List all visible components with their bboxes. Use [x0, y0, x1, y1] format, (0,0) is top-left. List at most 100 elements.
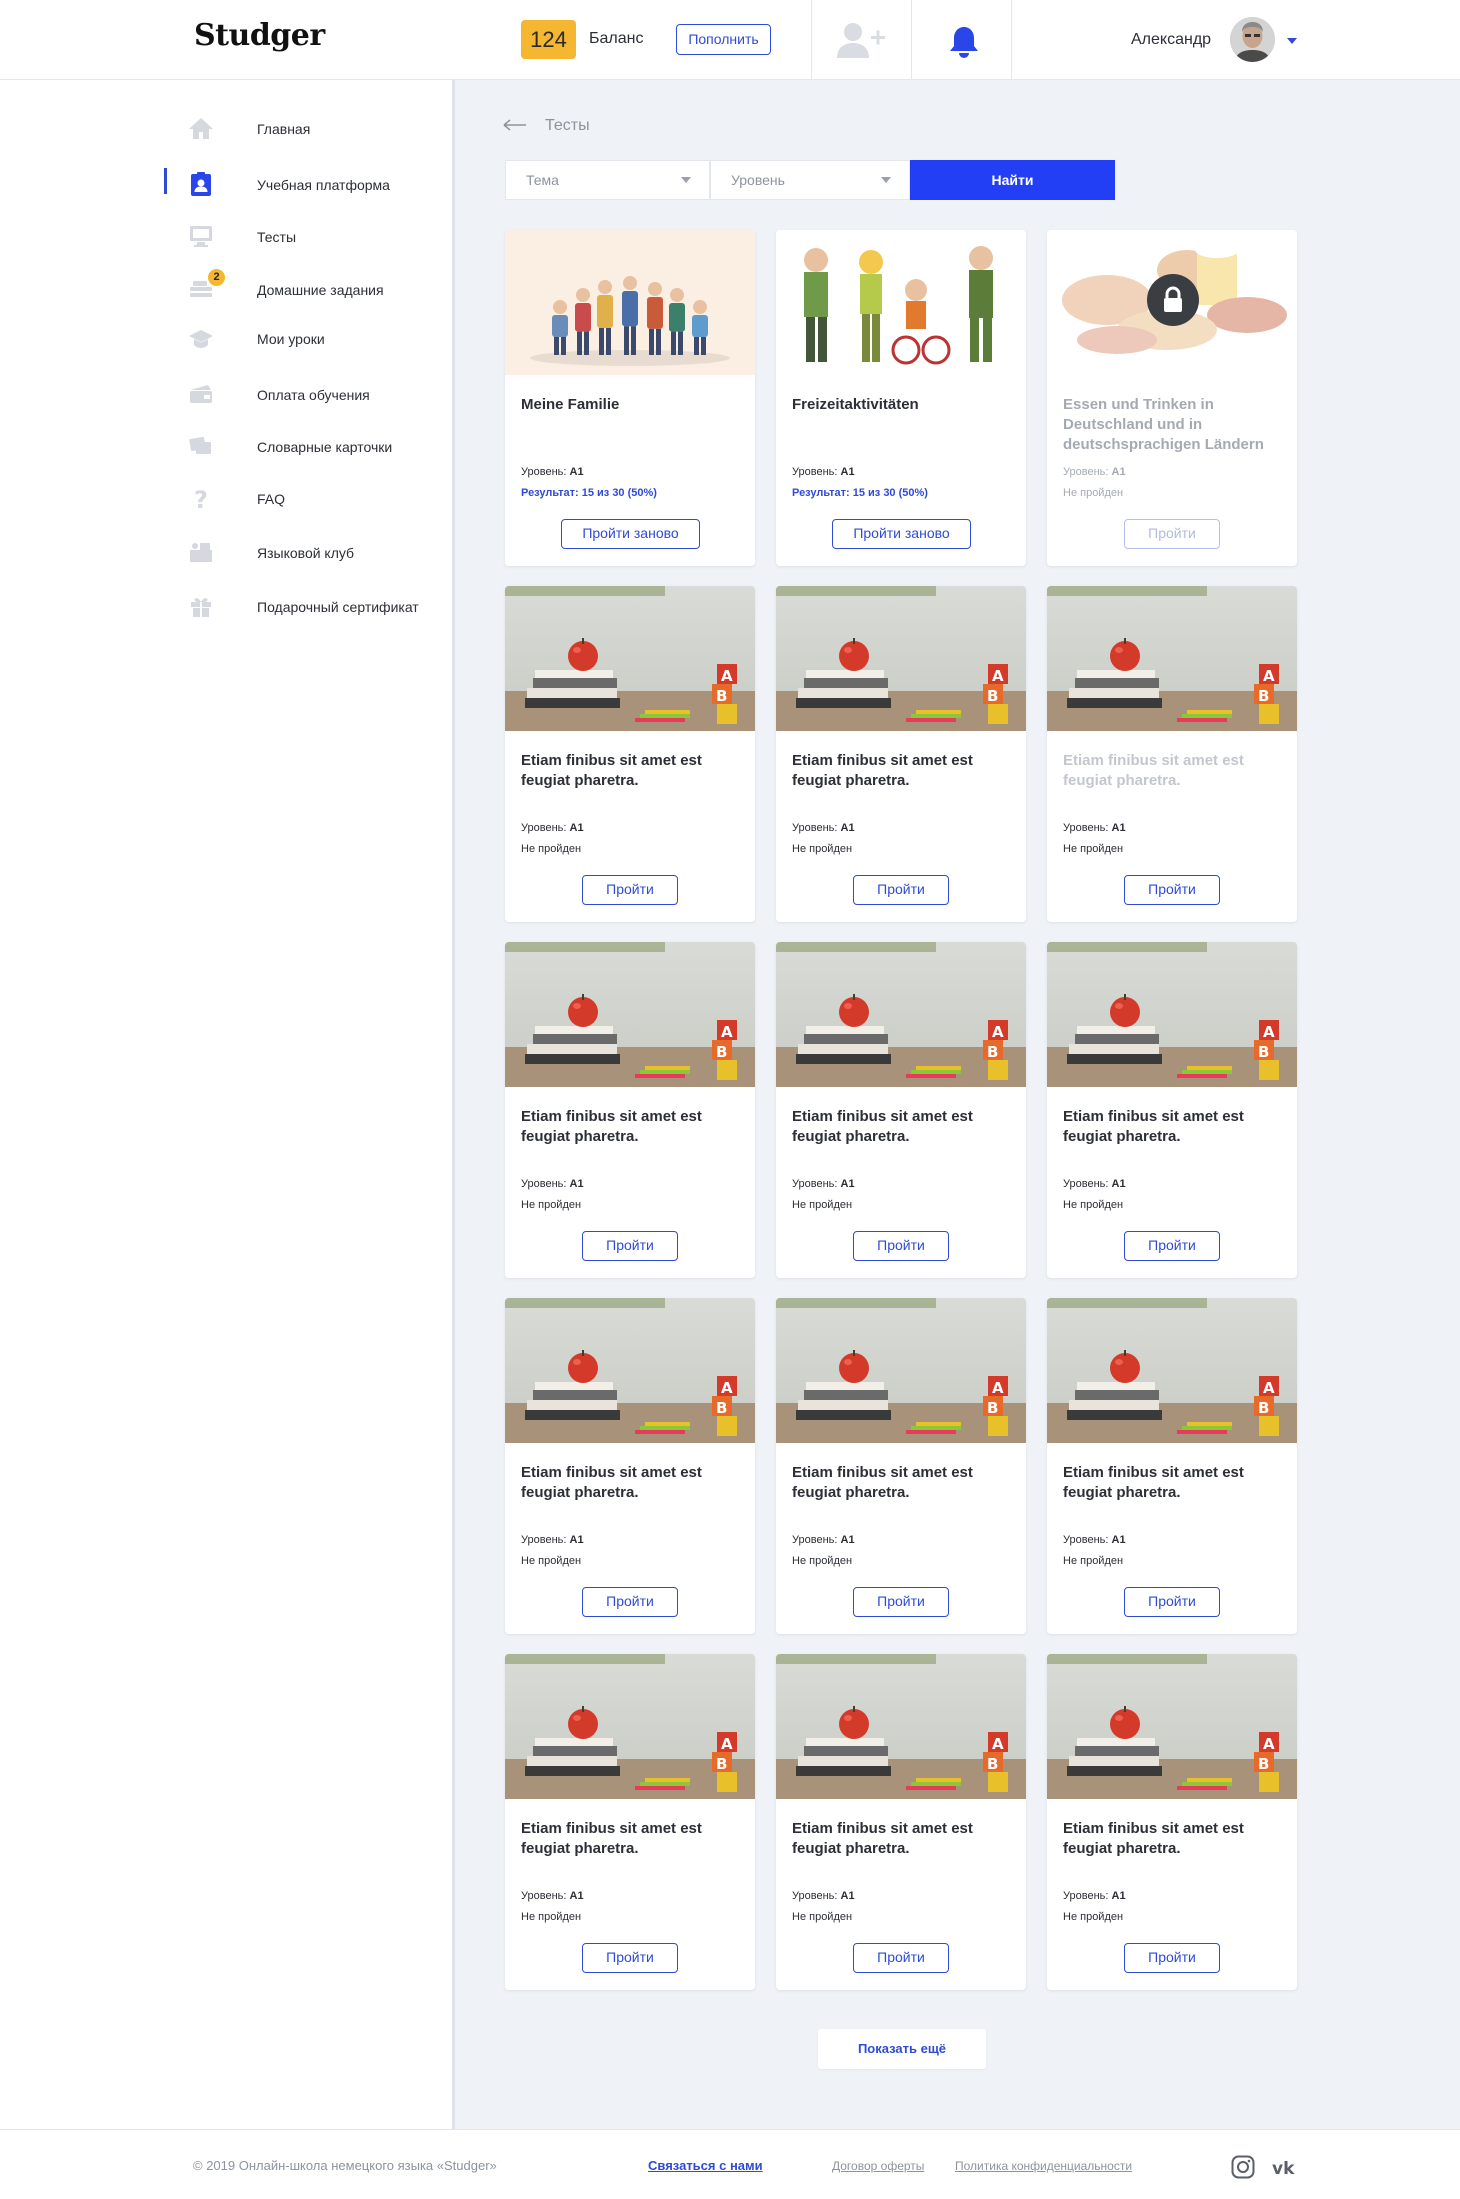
- retake-test-button[interactable]: Пройти заново: [561, 519, 700, 549]
- back-arrow-icon[interactable]: [502, 114, 528, 136]
- level-value: A1: [840, 822, 855, 834]
- sidebar-item-gift-certificate[interactable]: Подарочный сертификат: [0, 586, 450, 626]
- active-indicator: [164, 168, 167, 194]
- privacy-link[interactable]: Политика конфиденциальности: [955, 2159, 1132, 2173]
- sidebar-item-my-lessons[interactable]: Мои уроки: [0, 318, 450, 358]
- level-value: A1: [569, 1534, 584, 1546]
- level-prefix: Уровень:: [1063, 1534, 1112, 1546]
- svg-text:B: B: [1258, 687, 1269, 705]
- svg-text:?: ?: [194, 486, 208, 510]
- test-card-level: Уровень: A1: [521, 1890, 584, 1902]
- test-card-image: A B: [776, 1654, 1026, 1799]
- payment-icon: [188, 382, 214, 406]
- test-card-level: Уровень: A1: [521, 822, 584, 834]
- test-card-level: Уровень: A1: [521, 1534, 584, 1546]
- svg-text:B: B: [987, 1399, 998, 1417]
- level-value: A1: [569, 1890, 584, 1902]
- start-test-button[interactable]: Пройти: [853, 875, 949, 905]
- vk-icon[interactable]: vk: [1272, 2157, 1300, 2179]
- start-test-button[interactable]: Пройти: [1124, 1231, 1220, 1261]
- start-test-button[interactable]: Пройти: [582, 1231, 678, 1261]
- level-prefix: Уровень:: [792, 1534, 841, 1546]
- offer-link[interactable]: Договор оферты: [832, 2159, 924, 2173]
- sidebar-item-faq[interactable]: ? FAQ: [0, 478, 450, 518]
- test-card-title: Etiam finibus sit amet est feugiat phare…: [521, 1820, 702, 1857]
- footer: © 2019 Онлайн-школа немецкого языка «Stu…: [0, 2129, 1460, 2199]
- test-card-status: Не пройден: [521, 1199, 582, 1211]
- test-card-status: Не пройден: [521, 1911, 582, 1923]
- test-card-level: Уровень: A1: [1063, 466, 1126, 478]
- start-test-button[interactable]: Пройти: [582, 875, 678, 905]
- level-value: A1: [1111, 1890, 1126, 1902]
- header-divider: [911, 0, 912, 80]
- sidebar-item-home[interactable]: Главная: [0, 108, 450, 148]
- test-card-image: [505, 230, 755, 375]
- level-value: A1: [1111, 1534, 1126, 1546]
- test-card: A B Etiam finibus sit amet est feugiat p…: [505, 1298, 755, 1634]
- header-divider: [1011, 0, 1012, 80]
- topic-select-placeholder: Тема: [526, 172, 559, 188]
- level-prefix: Уровень:: [1063, 822, 1112, 834]
- chevron-down-icon[interactable]: [1287, 38, 1297, 44]
- page-title: Тесты: [545, 117, 590, 134]
- retake-test-button[interactable]: Пройти заново: [832, 519, 971, 549]
- sidebar-item-tests[interactable]: Тесты: [0, 216, 450, 256]
- test-card-status: Не пройден: [1063, 487, 1124, 499]
- start-test-button[interactable]: Пройти: [853, 1587, 949, 1617]
- test-card-status: Не пройден: [1063, 1911, 1124, 1923]
- bell-icon[interactable]: [944, 22, 984, 62]
- test-card-status: Не пройден: [792, 1911, 853, 1923]
- test-card-level: Уровень: A1: [792, 1890, 855, 1902]
- topic-select[interactable]: Тема: [505, 160, 710, 200]
- start-test-button[interactable]: Пройти: [582, 1587, 678, 1617]
- test-card-level: Уровень: A1: [792, 1534, 855, 1546]
- level-prefix: Уровень:: [792, 1178, 841, 1190]
- sidebar-item-language-club[interactable]: Языковой клуб: [0, 532, 450, 572]
- svg-text:A: A: [1263, 667, 1275, 685]
- level-select-placeholder: Уровень: [731, 172, 785, 188]
- sidebar-item-label: Учебная платформа: [257, 177, 390, 193]
- level-prefix: Уровень:: [792, 822, 841, 834]
- svg-text:A: A: [992, 1735, 1004, 1753]
- test-card: Essen und Trinken in Deutschland und in …: [1047, 230, 1297, 566]
- avatar[interactable]: [1230, 17, 1275, 62]
- level-prefix: Уровень:: [1063, 466, 1112, 478]
- sidebar-item-label: Главная: [257, 121, 311, 137]
- svg-text:A: A: [721, 667, 733, 685]
- svg-text:A: A: [1263, 1379, 1275, 1397]
- find-button[interactable]: Найти: [910, 160, 1115, 200]
- test-card-status: Не пройден: [792, 1199, 853, 1211]
- add-user-icon[interactable]: [833, 20, 889, 60]
- sidebar-item-payment[interactable]: Оплата обучения: [0, 374, 450, 414]
- sidebar-item-label: Оплата обучения: [257, 387, 370, 403]
- svg-text:B: B: [1258, 1755, 1269, 1773]
- sidebar-item-flashcards[interactable]: Словарные карточки: [0, 426, 450, 466]
- level-value: A1: [1111, 1178, 1126, 1190]
- test-card-level: Уровень: A1: [792, 822, 855, 834]
- level-value: A1: [569, 822, 584, 834]
- test-card: A B Etiam finibus sit amet est feugiat p…: [505, 586, 755, 922]
- level-select[interactable]: Уровень: [710, 160, 910, 200]
- instagram-icon[interactable]: [1231, 2155, 1255, 2179]
- start-test-button[interactable]: Пройти: [1124, 1587, 1220, 1617]
- topup-button[interactable]: Пополнить: [676, 24, 771, 55]
- user-name[interactable]: Александр: [1131, 31, 1211, 49]
- start-test-button[interactable]: Пройти: [582, 1943, 678, 1973]
- start-test-button: Пройти: [1124, 519, 1220, 549]
- test-card-level: Уровень: A1: [521, 466, 584, 478]
- sidebar-item-learning-platform[interactable]: Учебная платформа: [0, 164, 450, 204]
- level-prefix: Уровень:: [792, 1890, 841, 1902]
- start-test-button[interactable]: Пройти: [853, 1231, 949, 1261]
- start-test-button[interactable]: Пройти: [1124, 875, 1220, 905]
- contact-link[interactable]: Связаться с нами: [648, 2158, 763, 2173]
- start-test-button[interactable]: Пройти: [1124, 1943, 1220, 1973]
- sidebar-item-homework[interactable]: 2 Домашние задания: [0, 269, 450, 309]
- test-card-status: Результат: 15 из 30 (50%): [792, 487, 928, 499]
- svg-text:A: A: [1263, 1023, 1275, 1041]
- club-icon: [188, 540, 214, 564]
- test-card-title: Etiam finibus sit amet est feugiat phare…: [792, 752, 973, 789]
- svg-text:A: A: [992, 667, 1004, 685]
- logo[interactable]: Studger: [194, 18, 325, 53]
- start-test-button[interactable]: Пройти: [853, 1943, 949, 1973]
- show-more-button[interactable]: Показать ещё: [818, 2029, 986, 2069]
